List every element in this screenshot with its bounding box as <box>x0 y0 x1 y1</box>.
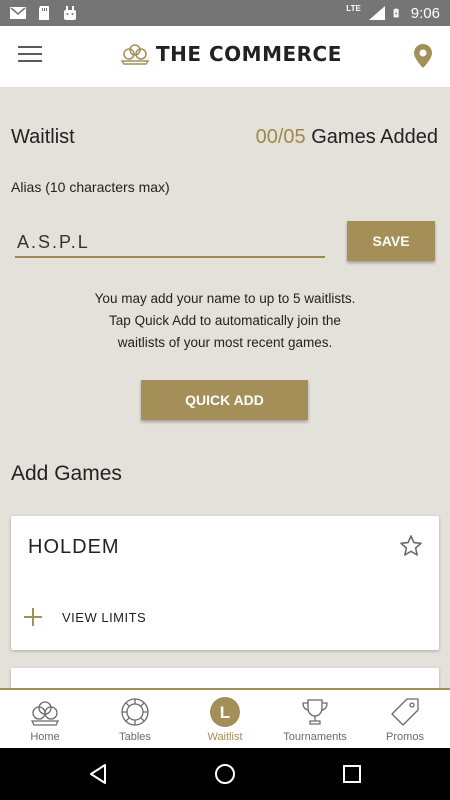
tag-icon <box>391 698 419 726</box>
star-icon[interactable] <box>399 534 423 558</box>
system-status: LTE 9:06 <box>346 5 440 22</box>
games-added-label: Games Added <box>311 126 438 148</box>
hamburger-line <box>18 53 42 55</box>
hamburger-line <box>18 60 42 62</box>
nav-label: Home <box>30 731 60 743</box>
plus-icon <box>24 608 42 626</box>
nav-label: Promos <box>386 731 424 743</box>
waitlist-icon: L <box>210 697 240 727</box>
sd-card-icon <box>39 6 49 20</box>
game-card <box>11 668 439 688</box>
waitlist-content: Waitlist 00/05 Games Added Alias (10 cha… <box>0 88 450 688</box>
nav-home[interactable]: Home <box>0 690 90 748</box>
system-nav-bar <box>0 748 450 800</box>
alias-input[interactable] <box>15 228 325 258</box>
notification-icons <box>10 6 78 20</box>
games-count: 00/05 <box>255 126 306 148</box>
save-button[interactable]: SAVE <box>347 221 435 261</box>
nav-waitlist[interactable]: L Waitlist <box>180 690 270 748</box>
app-title: THE COMMERCE <box>156 42 342 66</box>
nav-tournaments[interactable]: Tournaments <box>270 690 360 748</box>
signal-icon <box>368 6 385 20</box>
crown-icon <box>30 701 60 726</box>
nav-label: Waitlist <box>207 731 243 743</box>
home-circle-icon[interactable] <box>213 762 237 786</box>
game-name: HOLDEM <box>28 536 120 558</box>
back-icon[interactable] <box>86 762 110 786</box>
network-type: LTE <box>346 4 361 13</box>
waitlist-badge: L <box>220 703 230 722</box>
brand-logo: THE COMMERCE <box>120 42 342 66</box>
info-line: Tap Quick Add to automatically join the <box>109 313 341 328</box>
status-bar: LTE 9:06 <box>0 0 450 26</box>
android-icon <box>64 6 76 20</box>
info-line: waitlists of your most recent games. <box>117 335 333 350</box>
clock: 9:06 <box>410 4 440 22</box>
crown-logo-icon <box>120 44 150 65</box>
waitlist-title: Waitlist <box>11 126 75 148</box>
games-added-counter: 00/05 Games Added <box>256 126 438 149</box>
gmail-icon <box>10 7 26 19</box>
bottom-nav: Home Tables L Waitlist Tournaments Promo… <box>0 688 450 748</box>
menu-button[interactable] <box>18 46 42 66</box>
quick-add-button[interactable]: QUICK ADD <box>141 380 308 420</box>
chip-icon <box>121 698 149 726</box>
trophy-icon <box>302 699 328 725</box>
location-pin-icon[interactable] <box>414 44 432 68</box>
recents-icon[interactable] <box>340 762 364 786</box>
waitlist-info-text: You may add your name to up to 5 waitlis… <box>60 288 390 354</box>
nav-label: Tables <box>119 731 151 743</box>
battery-charging-icon <box>393 8 399 18</box>
nav-promos[interactable]: Promos <box>360 690 450 748</box>
alias-label: Alias (10 characters max) <box>11 179 170 195</box>
info-line: You may add your name to up to 5 waitlis… <box>94 291 356 306</box>
view-limits-button[interactable]: VIEW LIMITS <box>24 608 146 626</box>
hamburger-icon <box>18 46 42 48</box>
app-bar: THE COMMERCE <box>0 26 450 88</box>
nav-label: Tournaments <box>283 731 347 743</box>
nav-tables[interactable]: Tables <box>90 690 180 748</box>
view-limits-label: VIEW LIMITS <box>62 609 147 625</box>
game-card: HOLDEM VIEW LIMITS <box>11 516 439 650</box>
add-games-title: Add Games <box>11 462 122 485</box>
